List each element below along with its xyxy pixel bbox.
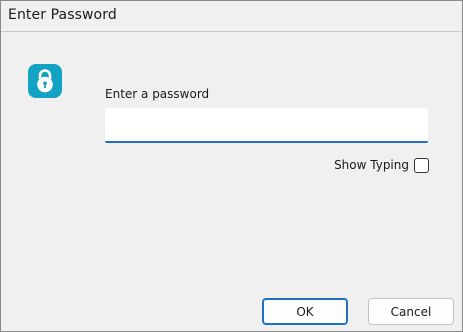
ok-button[interactable]: OK [262, 298, 348, 325]
show-typing-toggle[interactable]: Show Typing [334, 156, 429, 174]
show-typing-label: Show Typing [334, 158, 409, 172]
show-typing-checkbox[interactable] [414, 157, 429, 173]
password-field[interactable] [105, 108, 428, 143]
window-title: Enter Password [8, 7, 117, 23]
cancel-button[interactable]: Cancel [368, 298, 454, 325]
password-dialog: Enter Password Enter a password Show Typ… [0, 0, 463, 332]
padlock-icon [28, 64, 62, 98]
password-prompt-label: Enter a password [105, 87, 210, 101]
title-bar[interactable]: Enter Password [1, 1, 462, 32]
